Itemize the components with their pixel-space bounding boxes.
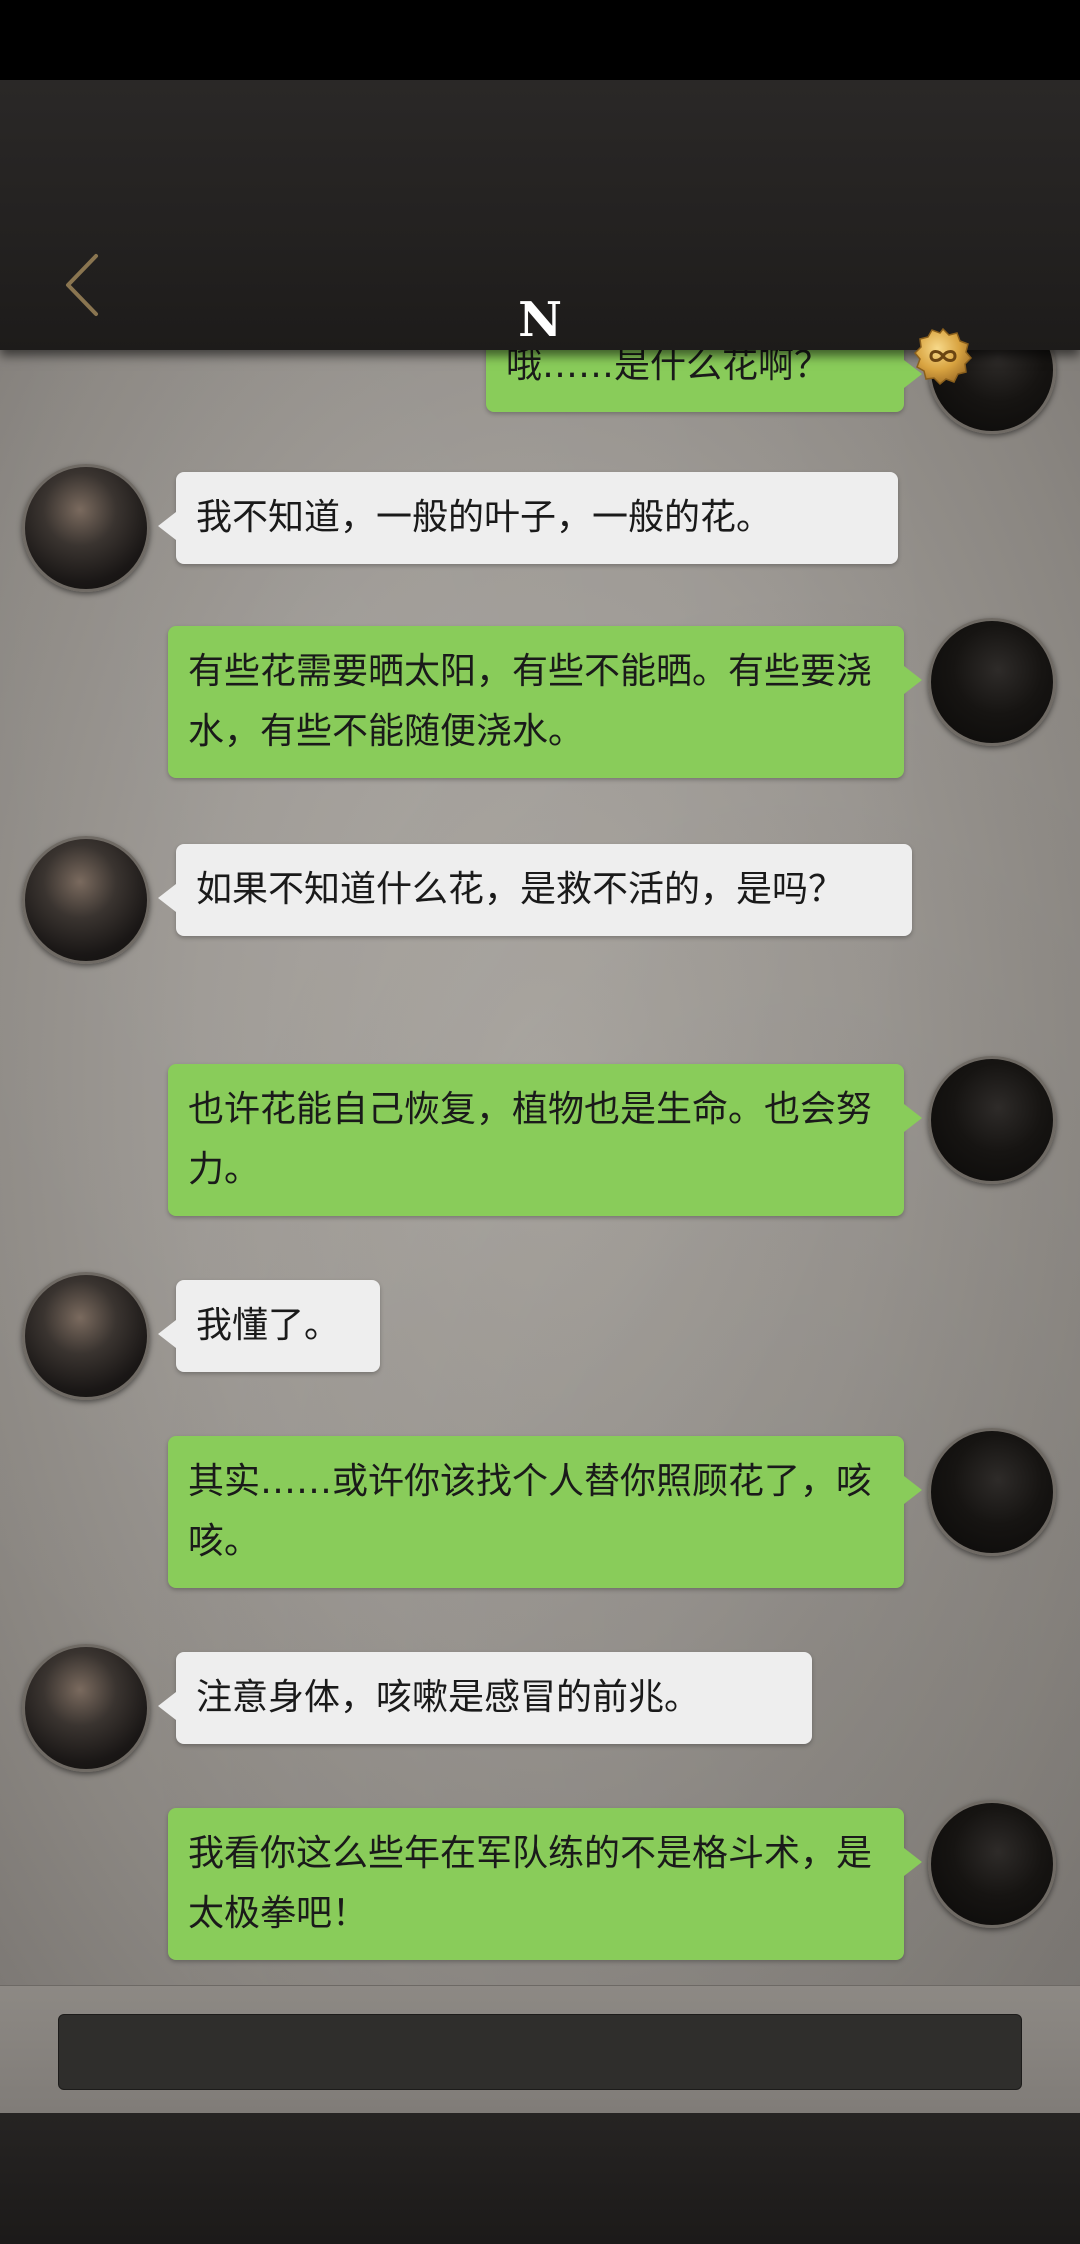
my-avatar[interactable]: [928, 1056, 1056, 1184]
outgoing-message-bubble[interactable]: 哦……是什么花啊？: [486, 350, 922, 412]
my-avatar[interactable]: [928, 1800, 1056, 1928]
outgoing-message-bubble[interactable]: 有些花需要晒太阳，有些不能晒。有些要浇水，有些不能随便浇水。: [168, 626, 922, 778]
outgoing-message-bubble[interactable]: 我看你这么些年在军队练的不是格斗术，是太极拳吧！: [168, 1808, 922, 1960]
contact-avatar[interactable]: [22, 1272, 150, 1400]
message-input[interactable]: [58, 2014, 1022, 2090]
incoming-message-bubble[interactable]: 如果不知道什么花，是救不活的，是吗？: [158, 844, 912, 936]
contact-avatar[interactable]: [22, 1644, 150, 1772]
composer-bar: [0, 1985, 1080, 2113]
incoming-message-bubble[interactable]: 我懂了。: [158, 1280, 380, 1372]
message-list[interactable]: 哦……是什么花啊？ 我不知道，一般的叶子，一般的花。 有些花需要晒太阳，有些不能…: [0, 350, 1080, 1985]
outgoing-message-bubble[interactable]: 也许花能自己恢复，植物也是生命。也会努力。: [168, 1064, 922, 1216]
bottom-bar: [0, 2113, 1080, 2244]
incoming-message-bubble[interactable]: 注意身体，咳嗽是感冒的前兆。: [158, 1652, 812, 1744]
infinity-coin-icon[interactable]: [913, 327, 973, 386]
contact-avatar[interactable]: [22, 836, 150, 964]
chat-header: N: [0, 80, 1080, 386]
my-avatar[interactable]: [928, 1428, 1056, 1556]
contact-avatar[interactable]: [22, 464, 150, 592]
outgoing-message-bubble[interactable]: 其实……或许你该找个人替你照顾花了，咳咳。: [168, 1436, 922, 1588]
my-avatar[interactable]: [928, 618, 1056, 746]
status-bar: [0, 0, 1080, 80]
incoming-message-bubble[interactable]: 我不知道，一般的叶子，一般的花。: [158, 472, 898, 564]
